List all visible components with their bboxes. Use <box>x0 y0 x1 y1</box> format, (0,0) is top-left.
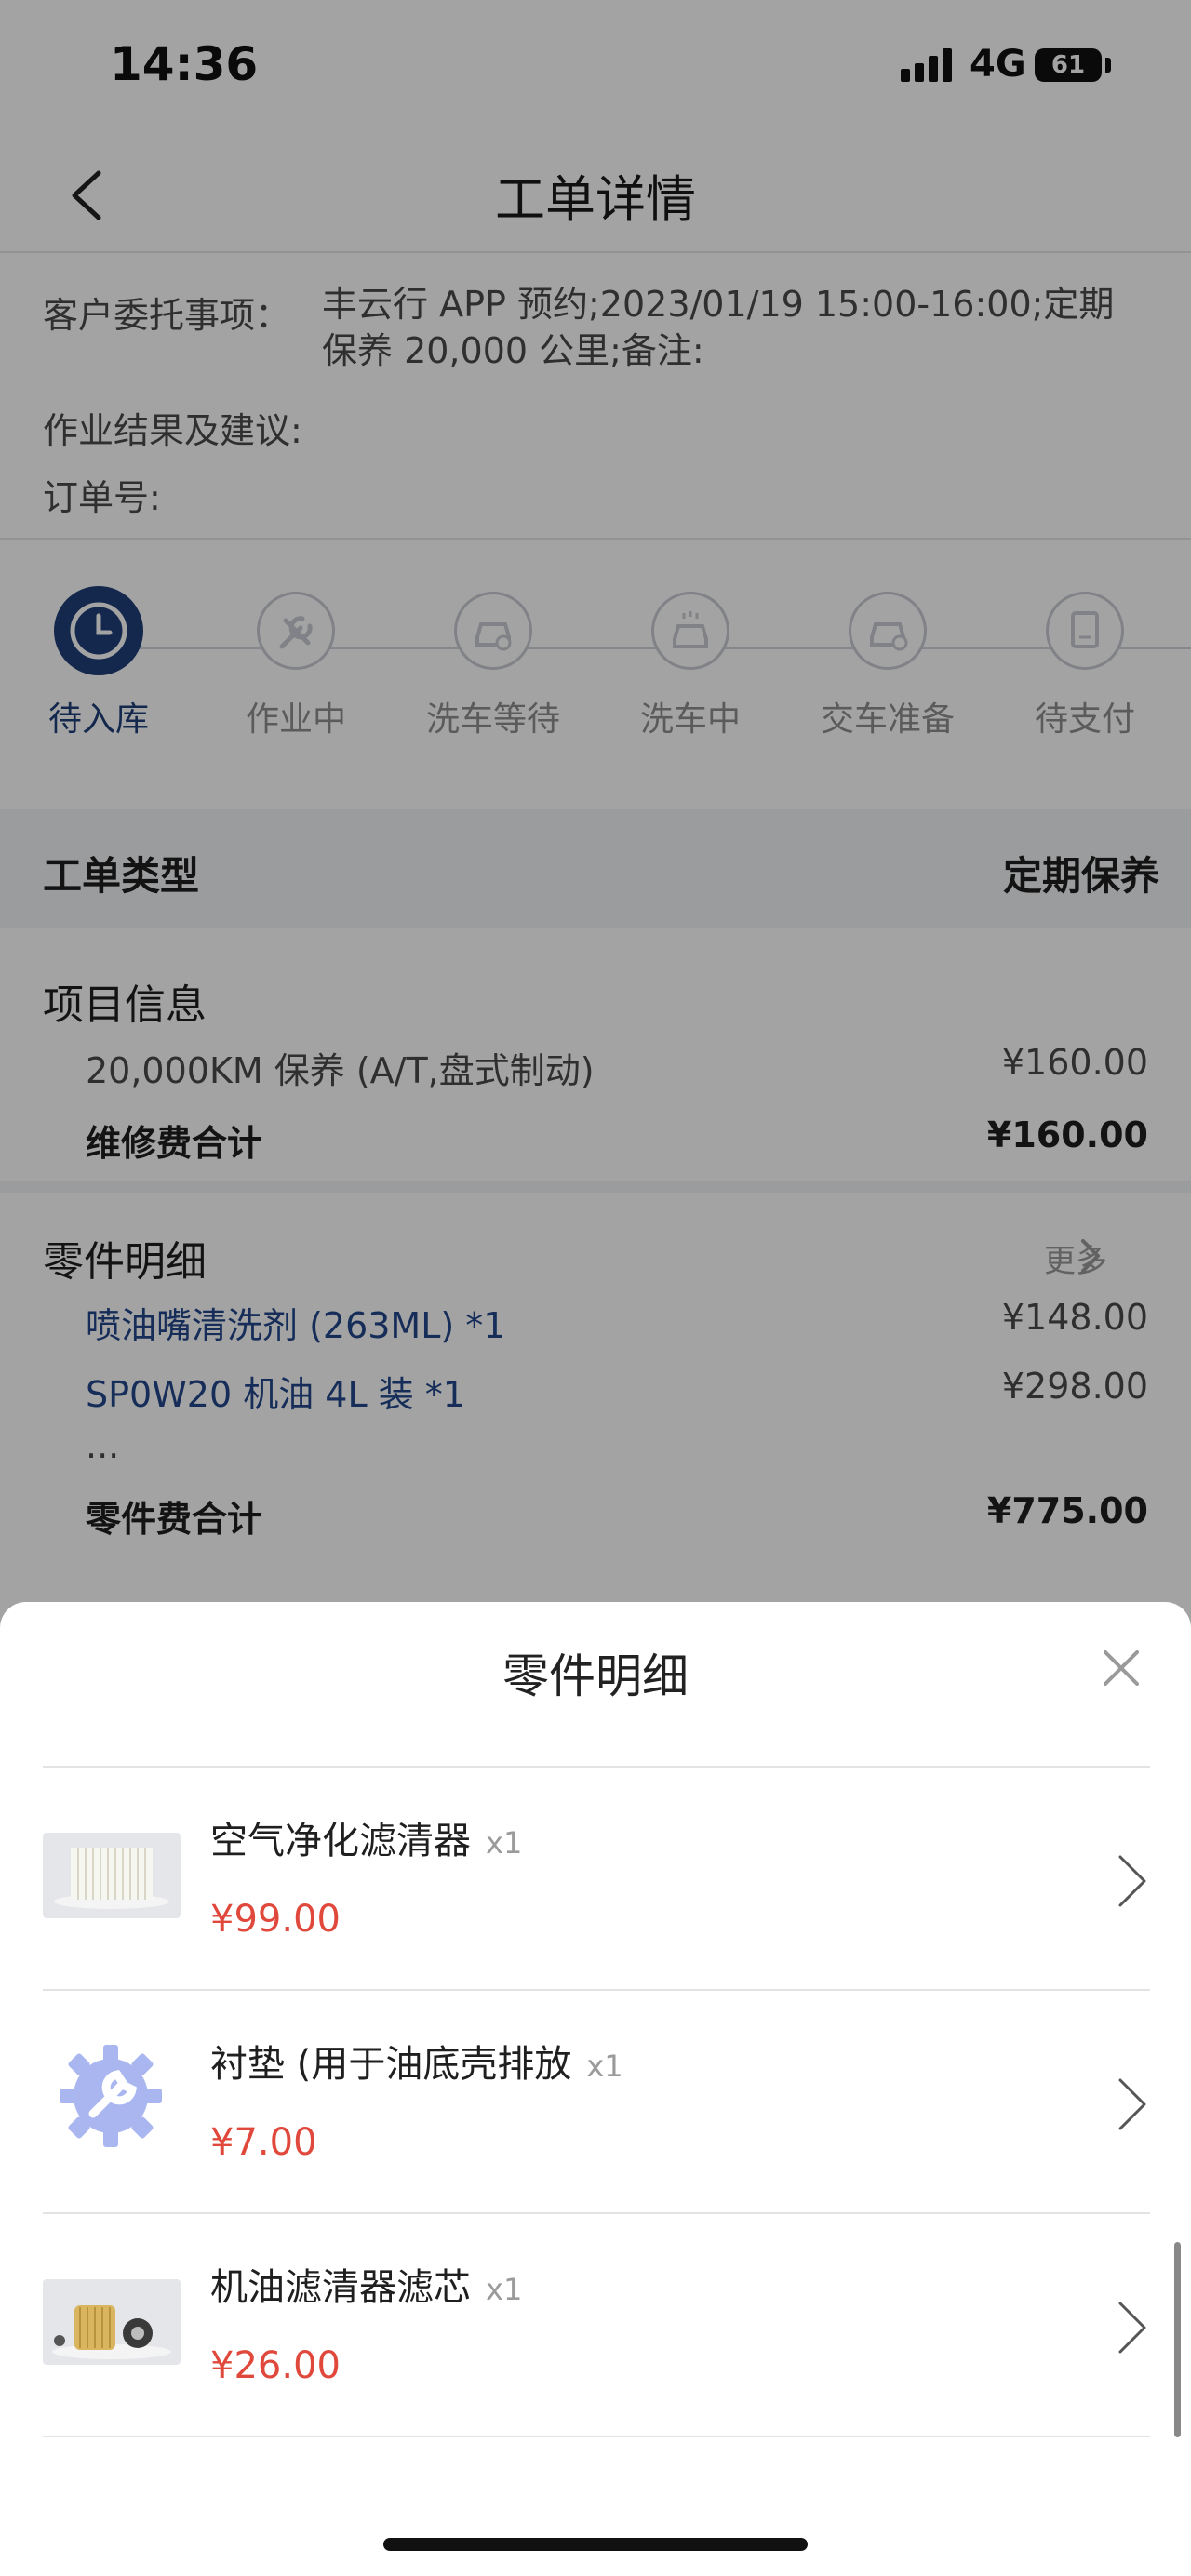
part-list-item[interactable]: 机油滤清器滤芯 x1 ¥26.00 <box>0 2214 1191 2436</box>
part-quantity: x1 <box>486 2272 523 2307</box>
part-name: 机油滤清器滤芯 x1 <box>210 2266 523 2309</box>
close-icon[interactable] <box>1100 1647 1143 1689</box>
air-filter-image <box>43 1833 181 1918</box>
part-list-item[interactable]: 空气净化滤清器 x1 ¥99.00 <box>0 1768 1191 1989</box>
part-price: ¥99.00 <box>210 1898 341 1941</box>
part-list-item[interactable]: 衬垫 (用于油底壳排放 x1 ¥7.00 <box>0 1991 1191 2212</box>
chevron-right-icon[interactable] <box>1117 2300 1148 2356</box>
oil-filter-image <box>43 2279 181 2365</box>
chevron-right-icon[interactable] <box>1117 2076 1148 2132</box>
home-indicator[interactable] <box>383 2538 808 2551</box>
scrollbar[interactable] <box>1174 2242 1181 2437</box>
part-quantity: x1 <box>486 1825 523 1861</box>
parts-detail-sheet: 零件明细 空气净化滤清器 x1 ¥99.00 衬垫 (用于油底壳排放 x1 ¥7… <box>0 1602 1191 2576</box>
gear-wrench-placeholder-image <box>60 2045 162 2147</box>
part-quantity: x1 <box>586 2049 623 2084</box>
divider <box>43 2436 1150 2437</box>
part-name: 衬垫 (用于油底壳排放 x1 <box>210 2043 623 2086</box>
sheet-title: 零件明细 <box>502 1649 689 1703</box>
part-price: ¥7.00 <box>210 2121 317 2164</box>
part-price: ¥26.00 <box>210 2344 341 2387</box>
part-name: 空气净化滤清器 x1 <box>210 1820 523 1862</box>
chevron-right-icon[interactable] <box>1117 1853 1148 1909</box>
